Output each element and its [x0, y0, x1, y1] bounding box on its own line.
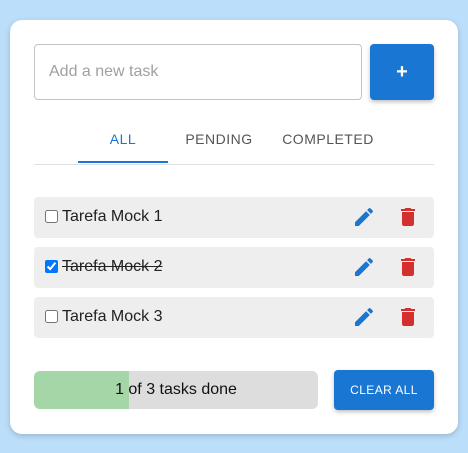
pencil-icon[interactable] — [352, 205, 376, 229]
progress-text: 1 of 3 tasks done — [115, 381, 237, 398]
progress-bar: 1 of 3 tasks done — [34, 371, 318, 409]
trash-icon[interactable] — [396, 255, 420, 279]
task-label: Tarefa Mock 1 — [62, 208, 163, 225]
trash-icon[interactable] — [396, 205, 420, 229]
task-label: Tarefa Mock 2 — [62, 258, 163, 275]
new-task-input[interactable] — [34, 44, 362, 100]
task-item: Tarefa Mock 1 — [34, 197, 434, 238]
new-task-row: + — [34, 44, 434, 100]
tab-pending[interactable]: PENDING — [174, 120, 264, 162]
pencil-icon[interactable] — [352, 255, 376, 279]
clear-all-button[interactable]: CLEAR ALL — [334, 370, 434, 410]
task-checkbox[interactable] — [45, 310, 58, 323]
todo-card: + ALL PENDING COMPLETED Tarefa Mock 1 Ta… — [10, 20, 458, 434]
task-checkbox[interactable] — [45, 260, 58, 273]
task-item: Tarefa Mock 2 — [34, 247, 434, 288]
trash-icon[interactable] — [396, 305, 420, 329]
pencil-icon[interactable] — [352, 305, 376, 329]
task-label: Tarefa Mock 3 — [62, 308, 163, 325]
tab-all[interactable]: ALL — [78, 120, 168, 162]
tab-completed[interactable]: COMPLETED — [272, 120, 384, 162]
task-checkbox[interactable] — [45, 210, 58, 223]
add-task-button[interactable]: + — [370, 44, 434, 100]
task-item: Tarefa Mock 3 — [34, 297, 434, 338]
active-tab-indicator — [78, 161, 168, 163]
filter-tabs: ALL PENDING COMPLETED — [34, 120, 434, 165]
